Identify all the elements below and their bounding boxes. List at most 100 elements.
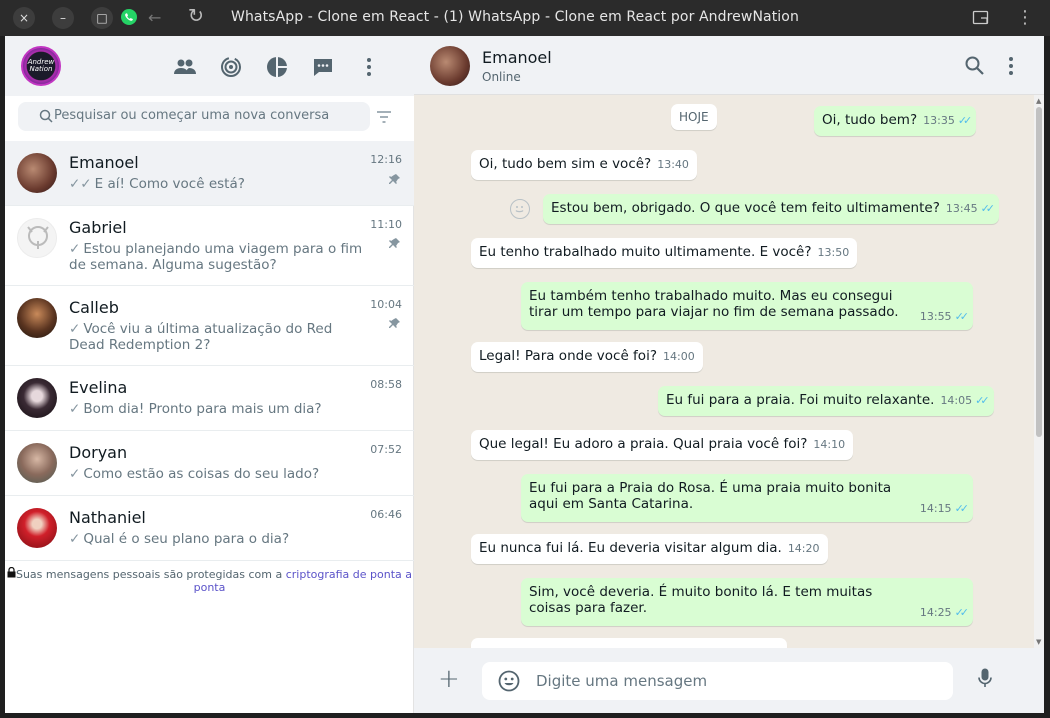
read-ticks-icon: ✓✓: [954, 606, 970, 619]
browser-menu-icon[interactable]: ⋮: [1016, 8, 1034, 28]
message-time: 13:35: [923, 114, 955, 127]
chat-name: Doryan: [69, 443, 128, 462]
search-row: [5, 96, 414, 141]
message-time: 14:00: [663, 350, 695, 363]
pin-icon: [388, 173, 401, 189]
chat-preview: ✓ Estou planejando uma viagem para o fim …: [69, 241, 363, 273]
message-time: 14:10: [813, 438, 846, 451]
emoji-icon[interactable]: [498, 670, 520, 696]
avatar: [17, 218, 57, 258]
check-icon: ✓: [69, 321, 81, 337]
message-bubble-incoming[interactable]: Eu nunca fui lá. Eu deveria visitar algu…: [471, 534, 828, 564]
message-bubble-outgoing[interactable]: Estou bem, obrigado. O que você tem feit…: [543, 194, 1000, 224]
message-bubble-incoming-partial[interactable]: [471, 638, 787, 648]
sidebar-header: Andrew Nation: [5, 36, 414, 96]
message-list: HOJE Oi, tudo bem? 13:35 ✓✓ Oi, tudo bem s…: [414, 95, 1034, 648]
close-icon: ×: [18, 11, 30, 25]
chat-preview: ✓ Bom dia! Pronto para mais um dia?: [69, 401, 322, 417]
react-emoji-icon[interactable]: [510, 199, 530, 219]
chat-preview: ✓ Como estão as coisas do seu lado?: [69, 466, 320, 482]
sidebar: Andrew Nation Pesquisar ou começar uma n…: [5, 36, 414, 713]
message-bubble-outgoing[interactable]: Sim, você deveria. É muito bonito lá. E …: [521, 578, 973, 626]
new-chat-icon[interactable]: [311, 55, 335, 79]
chat-item-doryan[interactable]: Doryan 07:52 ✓ Como estão as coisas do se…: [5, 431, 414, 496]
menu-icon[interactable]: [357, 55, 381, 79]
chat-item-calleb[interactable]: Calleb 10:04 ✓ Você viu a última atualiza…: [5, 286, 414, 366]
message-scrollbar[interactable]: ▲ ▼: [1034, 95, 1044, 648]
back-icon[interactable]: ←: [148, 8, 161, 28]
attach-plus-icon[interactable]: +: [438, 666, 460, 692]
read-ticks-icon: ✓✓: [954, 310, 970, 323]
message-time: 13:45: [945, 202, 978, 215]
search-input[interactable]: [54, 108, 354, 123]
read-ticks-icon: ✓✓: [980, 202, 996, 215]
chat-name: Emanoel: [69, 153, 139, 172]
message-input[interactable]: [536, 672, 936, 690]
message-bubble-outgoing[interactable]: Eu também tenho trabalhado muito. Mas eu…: [521, 282, 973, 330]
microphone-icon[interactable]: [978, 668, 992, 692]
avatar: [17, 378, 57, 418]
message-bubble-incoming[interactable]: Oi, tudo bem sim e você? 13:40: [471, 150, 697, 180]
encryption-notice: Suas mensagens pessoais são protegidas c…: [5, 566, 414, 594]
scroll-down-icon[interactable]: ▼: [1036, 638, 1041, 646]
chat-time: 08:58: [370, 378, 402, 391]
check-icon: ✓: [69, 466, 81, 482]
communities-icon[interactable]: [173, 55, 197, 79]
check-icon: ✓: [69, 241, 81, 257]
check-icon: ✓: [69, 401, 81, 417]
chat-name: Gabriel: [69, 218, 127, 237]
maximize-window-button[interactable]: □: [91, 7, 113, 29]
chat-name: Nathaniel: [69, 508, 146, 527]
search-icon[interactable]: [965, 56, 984, 79]
lock-icon: [7, 566, 16, 581]
filter-icon[interactable]: [376, 108, 392, 127]
message-time: 13:50: [817, 246, 850, 259]
message-bubble-incoming[interactable]: Legal! Para onde você foi? 14:00: [471, 342, 703, 372]
avatar: [17, 443, 57, 483]
composer-footer: +: [414, 648, 1044, 713]
chat-preview: ✓ Qual é o seu plano para o dia?: [69, 531, 290, 547]
reload-icon[interactable]: ↻: [188, 6, 204, 26]
chat-item-evelina[interactable]: Evelina 08:58 ✓ Bom dia! Pronto para mais…: [5, 366, 414, 431]
chat-preview: ✓✓ E aí! Como você está?: [69, 176, 245, 192]
menu-icon[interactable]: [1008, 56, 1014, 80]
chat-name: Evelina: [69, 378, 128, 397]
conversation-panel: Emanoel Online HOJE Oi, tudo bem? 13:35 ✓✓…: [414, 36, 1044, 713]
contact-avatar[interactable]: [430, 46, 470, 86]
status-icon[interactable]: [219, 55, 243, 79]
message-time: 13:40: [657, 158, 689, 171]
read-ticks-icon: ✓✓: [975, 394, 990, 407]
message-bubble-outgoing[interactable]: Oi, tudo bem? 13:35 ✓✓: [814, 106, 977, 136]
window-title: WhatsApp - Clone em React - (1) WhatsApp…: [231, 9, 799, 25]
avatar: [17, 508, 57, 548]
avatar: [17, 153, 57, 193]
contact-name[interactable]: Emanoel: [482, 48, 552, 67]
profile-avatar[interactable]: Andrew Nation: [21, 46, 61, 86]
date-divider: HOJE: [671, 104, 717, 130]
channels-icon[interactable]: [265, 55, 289, 79]
window-titlebar: × – □ ← ↻ WhatsApp - Clone em React - (1…: [0, 0, 1050, 36]
message-bubble-outgoing[interactable]: Eu fui para a Praia do Rosa. É uma praia…: [521, 474, 973, 522]
message-bubble-outgoing[interactable]: Eu fui para a praia. Foi muito relaxante…: [658, 386, 994, 416]
check-icon: ✓: [69, 531, 81, 547]
message-bubble-incoming[interactable]: Que legal! Eu adoro a praia. Qual praia …: [471, 430, 854, 460]
chat-item-nathaniel[interactable]: Nathaniel 06:46 ✓ Qual é o seu plano para…: [5, 496, 414, 561]
message-bubble-incoming[interactable]: Eu tenho trabalhado muito ultimamente. E…: [471, 238, 858, 268]
chat-item-gabriel[interactable]: Gabriel 11:10 ✓ Estou planejando uma viag…: [5, 206, 414, 286]
message-input-box[interactable]: [482, 662, 953, 700]
cast-icon[interactable]: [972, 10, 989, 30]
message-time: 13:55: [919, 310, 952, 323]
chat-item-emanoel[interactable]: Emanoel 12:16 ✓✓ E aí! Como você está?: [5, 141, 414, 206]
whatsapp-app: Andrew Nation Pesquisar ou começar uma n…: [5, 36, 1044, 713]
close-window-button[interactable]: ×: [13, 7, 35, 29]
scroll-thumb[interactable]: [1036, 107, 1042, 437]
chat-time: 10:04: [370, 298, 402, 311]
minimize-window-button[interactable]: –: [52, 7, 74, 29]
scroll-up-icon[interactable]: ▲: [1036, 97, 1041, 105]
double-check-icon: ✓✓: [69, 176, 92, 192]
chat-time: 07:52: [370, 443, 402, 456]
pin-icon: [388, 317, 401, 333]
message-time: 14:15: [919, 502, 952, 515]
search-box[interactable]: [18, 102, 370, 131]
maximize-icon: □: [96, 11, 108, 25]
